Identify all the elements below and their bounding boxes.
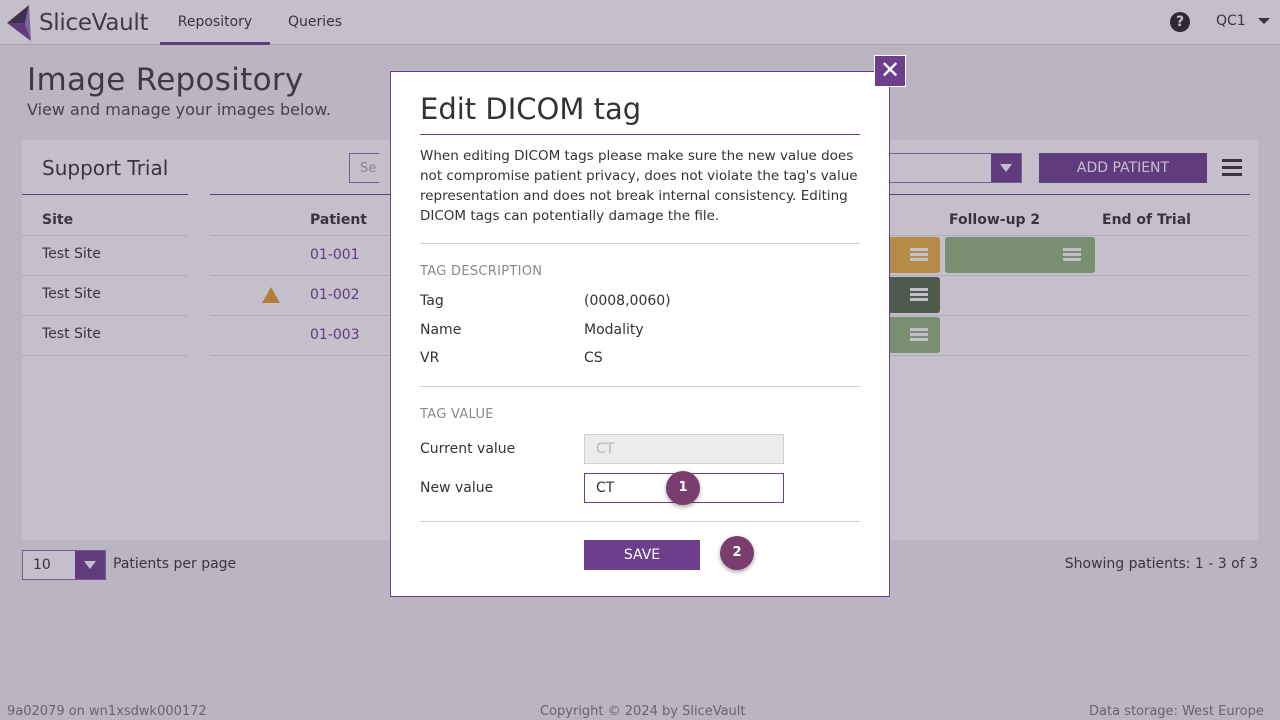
dialog-description: When editing DICOM tags please make sure… — [420, 148, 858, 224]
name-label: Name — [420, 322, 462, 338]
tag-label: Tag — [420, 293, 444, 309]
close-icon[interactable]: ✕ — [874, 55, 906, 87]
divider — [420, 134, 860, 135]
divider — [420, 521, 860, 522]
name-value: Modality — [584, 322, 644, 338]
step-badge-1: 1 — [666, 471, 700, 505]
current-value-label: Current value — [420, 441, 516, 457]
dialog-title: Edit DICOM tag — [420, 92, 642, 126]
section-label-tag-value: TAG VALUE — [420, 407, 494, 422]
divider — [420, 243, 860, 244]
divider — [420, 386, 860, 387]
new-value-label: New value — [420, 480, 494, 496]
vr-label: VR — [420, 350, 440, 366]
tag-value: (0008,0060) — [584, 293, 671, 309]
save-button[interactable]: SAVE — [584, 540, 700, 570]
vr-value: CS — [584, 350, 603, 366]
edit-dicom-tag-dialog: Edit DICOM tag When editing DICOM tags p… — [390, 71, 890, 597]
current-value-field: CT — [584, 434, 784, 464]
section-label-tag-description: TAG DESCRIPTION — [420, 264, 543, 279]
step-badge-2: 2 — [720, 536, 754, 570]
